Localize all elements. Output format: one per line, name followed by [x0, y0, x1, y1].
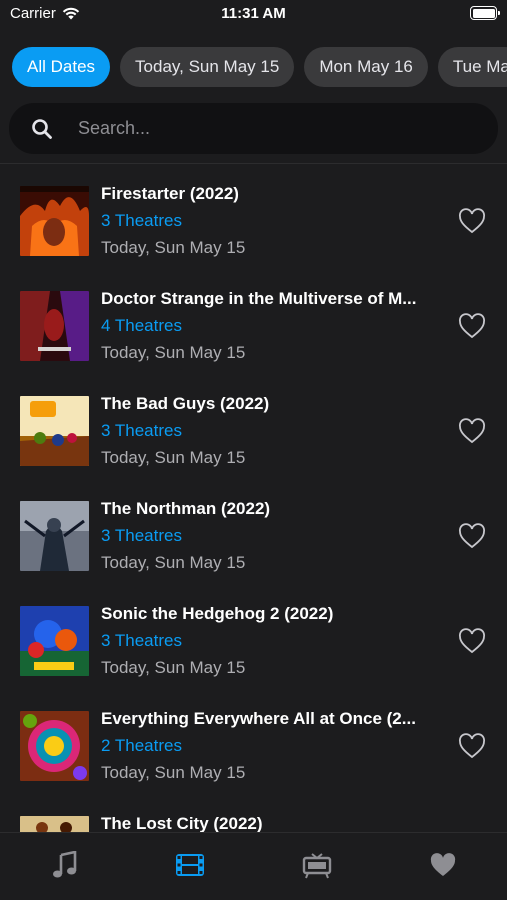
movie-poster	[20, 606, 89, 676]
movie-poster	[20, 291, 89, 361]
movie-date: Today, Sun May 15	[101, 658, 246, 677]
heart-outline-icon[interactable]	[458, 208, 486, 234]
movie-title: The Bad Guys (2022)	[101, 394, 270, 413]
tab-theaters[interactable]	[301, 849, 333, 881]
movie-theatres[interactable]: 2 Theatres	[101, 736, 182, 756]
battery-icon	[470, 6, 500, 20]
movie-poster	[20, 501, 89, 571]
movie-title: Sonic the Hedgehog 2 (2022)	[101, 604, 334, 623]
status-bar: Carrier 11:31 AM	[0, 0, 507, 30]
movie-date: Today, Sun May 15	[101, 238, 246, 257]
heart-outline-icon[interactable]	[458, 313, 486, 339]
chip-today[interactable]: Today, Sun May 15	[120, 47, 295, 87]
tab-favorites[interactable]	[427, 849, 459, 881]
movie-title: The Lost City (2022)	[101, 814, 263, 832]
movie-date: Today, Sun May 15	[101, 763, 246, 782]
list-item[interactable]: Doctor Strange in the Multiverse of M...…	[0, 269, 507, 374]
movie-title: The Northman (2022)	[101, 499, 271, 518]
movie-theatres[interactable]: 3 Theatres	[101, 631, 182, 651]
movie-title: Firestarter (2022)	[101, 184, 239, 203]
list-item[interactable]: Sonic the Hedgehog 2 (2022) 3 Theatres T…	[0, 584, 507, 689]
search-icon	[32, 118, 52, 139]
chip-mon[interactable]: Mon May 16	[304, 47, 428, 87]
search-input[interactable]	[78, 118, 458, 139]
list-item[interactable]: Firestarter (2022) 3 Theatres Today, Sun…	[0, 164, 507, 269]
movie-date: Today, Sun May 15	[101, 448, 246, 467]
movie-poster	[20, 396, 89, 466]
movie-date: Today, Sun May 15	[101, 343, 246, 362]
theater-icon	[302, 853, 332, 879]
movie-title: Everything Everywhere All at Once (2...	[101, 709, 416, 728]
movie-title: Doctor Strange in the Multiverse of M...	[101, 289, 417, 308]
movie-poster	[20, 816, 89, 832]
heart-outline-icon[interactable]	[458, 733, 486, 759]
movie-theatres[interactable]: 3 Theatres	[101, 526, 182, 546]
heart-outline-icon[interactable]	[458, 418, 486, 444]
heart-outline-icon[interactable]	[458, 628, 486, 654]
date-filter-bar: All Dates Today, Sun May 15 Mon May 16 T…	[12, 47, 507, 87]
list-item[interactable]: The Northman (2022) 3 Theatres Today, Su…	[0, 479, 507, 584]
status-time: 11:31 AM	[221, 5, 286, 22]
list-item[interactable]: Everything Everywhere All at Once (2... …	[0, 689, 507, 794]
tab-bar	[0, 832, 507, 900]
movie-theatres[interactable]: 3 Theatres	[101, 211, 182, 231]
tab-music[interactable]	[49, 849, 81, 881]
movie-theatres[interactable]: 4 Theatres	[101, 316, 182, 336]
search-bar	[9, 103, 498, 154]
chip-tue[interactable]: Tue Ma	[437, 47, 507, 87]
list-item[interactable]: The Bad Guys (2022) 3 Theatres Today, Su…	[0, 374, 507, 479]
film-strip-icon	[176, 854, 204, 876]
heart-outline-icon[interactable]	[458, 523, 486, 549]
heart-icon	[430, 853, 456, 876]
movie-date: Today, Sun May 15	[101, 553, 246, 572]
movie-poster	[20, 711, 89, 781]
movie-list: Firestarter (2022) 3 Theatres Today, Sun…	[0, 164, 507, 832]
tab-movies[interactable]	[174, 849, 206, 881]
movie-theatres[interactable]: 3 Theatres	[101, 421, 182, 441]
music-note-icon	[53, 851, 77, 878]
movie-poster	[20, 186, 89, 256]
list-item[interactable]: The Lost City (2022)	[0, 794, 507, 832]
chip-all-dates[interactable]: All Dates	[12, 47, 111, 87]
